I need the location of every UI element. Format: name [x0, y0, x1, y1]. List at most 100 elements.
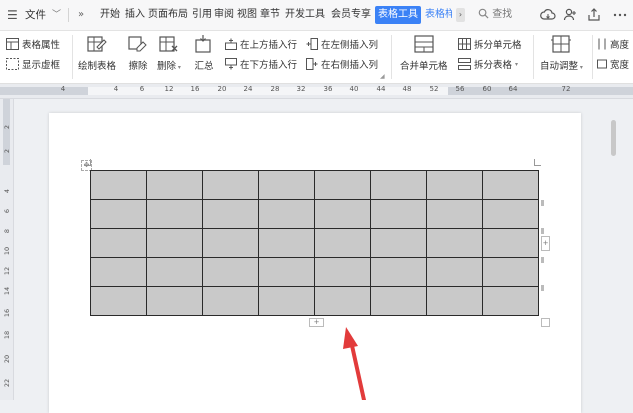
- table-cell[interactable]: [90, 257, 147, 287]
- table-cell[interactable]: [314, 286, 371, 316]
- ribbon-toolbar: 表格属性 显示虚框 绘制表格 擦除 删除 ▾ 汇总 在上方插入行 在下方插入行 …: [0, 31, 633, 84]
- tab-developer[interactable]: 开发工具: [285, 0, 325, 30]
- tab-member[interactable]: 会员专享: [331, 0, 371, 30]
- row-height-control[interactable]: 高度: [597, 36, 629, 52]
- menu-bar: ☰ 文件 ﹀ » 开始 插入 页面布局 引用 审阅 视图 章节 开发工具 会员专…: [0, 0, 633, 31]
- search-button[interactable]: 查找: [478, 0, 512, 30]
- tab-references[interactable]: 引用: [192, 0, 212, 30]
- tab-page-layout[interactable]: 页面布局: [148, 0, 188, 30]
- table-properties-button[interactable]: 表格属性: [6, 36, 60, 52]
- chevron-down-icon[interactable]: ﹀: [52, 0, 61, 30]
- table-cell[interactable]: [314, 199, 371, 229]
- table-cell[interactable]: [482, 286, 539, 316]
- more-options-icon[interactable]: [612, 7, 628, 23]
- document-table[interactable]: [90, 170, 539, 316]
- table-cell[interactable]: [202, 199, 259, 229]
- table-cell[interactable]: [482, 228, 539, 258]
- tab-scroll-right-button[interactable]: ›: [456, 8, 465, 22]
- table-cell[interactable]: [202, 170, 259, 200]
- table-cell[interactable]: [90, 286, 147, 316]
- table-cell[interactable]: [90, 170, 147, 200]
- table-cell[interactable]: [314, 170, 371, 200]
- divider: [592, 35, 593, 79]
- table-cell[interactable]: [146, 257, 203, 287]
- tab-section[interactable]: 章节: [260, 0, 280, 30]
- dialog-launcher-icon[interactable]: ◢: [380, 73, 385, 80]
- table-row[interactable]: [90, 228, 539, 258]
- table-cell[interactable]: [90, 199, 147, 229]
- dropdown-arrow-icon: ▾: [176, 64, 181, 71]
- split-table-button[interactable]: 拆分表格 ▾: [458, 56, 518, 72]
- insert-col-right-button[interactable]: 在右侧插入列: [306, 56, 378, 72]
- tab-view[interactable]: 视图: [237, 0, 257, 30]
- table-cell[interactable]: [258, 170, 315, 200]
- tab-table-style[interactable]: 表格样: [425, 0, 452, 30]
- table-cell[interactable]: [426, 228, 483, 258]
- table-cell[interactable]: [146, 228, 203, 258]
- tab-insert[interactable]: 插入: [125, 0, 145, 30]
- table-cell[interactable]: [202, 257, 259, 287]
- ruler-number: 36: [323, 85, 333, 93]
- table-row[interactable]: [90, 257, 539, 287]
- hamburger-menu-icon[interactable]: ☰: [7, 0, 21, 30]
- add-column-button[interactable]: +: [541, 236, 550, 251]
- table-cell[interactable]: [426, 199, 483, 229]
- collaborate-icon[interactable]: [562, 7, 578, 23]
- search-label: 查找: [492, 9, 513, 20]
- table-cell[interactable]: [258, 286, 315, 316]
- table-cell[interactable]: [314, 257, 371, 287]
- table-cell[interactable]: [370, 286, 427, 316]
- merge-cells-button[interactable]: 合并单元格: [400, 34, 448, 72]
- erase-button[interactable]: 擦除: [128, 34, 148, 72]
- share-icon[interactable]: [586, 7, 602, 23]
- table-cell[interactable]: [370, 257, 427, 287]
- ruler-number: 16: [190, 85, 200, 93]
- more-tabs-button[interactable]: »: [78, 0, 84, 30]
- col-width-control[interactable]: 宽度: [597, 56, 629, 72]
- table-cell[interactable]: [90, 228, 147, 258]
- table-cell[interactable]: [370, 228, 427, 258]
- table-cell[interactable]: [482, 199, 539, 229]
- table-resize-handle[interactable]: [541, 318, 550, 327]
- show-borders-button[interactable]: 显示虚框: [6, 56, 60, 72]
- table-cell[interactable]: [146, 286, 203, 316]
- table-cell[interactable]: [370, 199, 427, 229]
- table-row[interactable]: [90, 199, 539, 229]
- split-cells-button[interactable]: 拆分单元格: [458, 36, 522, 52]
- table-cell[interactable]: [314, 228, 371, 258]
- summary-button[interactable]: 汇总: [194, 34, 214, 72]
- table-cell[interactable]: [146, 170, 203, 200]
- insert-col-left-button[interactable]: 在左侧插入列: [306, 36, 378, 52]
- split-table-icon: [458, 58, 471, 70]
- ruler-number: 8: [3, 228, 11, 234]
- tab-home[interactable]: 开始: [100, 0, 120, 30]
- table-cell[interactable]: [258, 199, 315, 229]
- vertical-ruler[interactable]: 2 2 4 6 8 10 12 14 16 18 20 22: [0, 99, 14, 400]
- vertical-scrollbar[interactable]: [611, 120, 616, 156]
- dropdown-arrow-icon: ▾: [578, 64, 583, 71]
- add-row-button[interactable]: +: [309, 318, 324, 327]
- draw-table-button[interactable]: 绘制表格: [78, 34, 116, 72]
- insert-row-below-button[interactable]: 在下方插入行: [225, 56, 297, 72]
- table-cell[interactable]: [146, 199, 203, 229]
- cloud-sync-icon[interactable]: [540, 7, 556, 23]
- insert-row-above-button[interactable]: 在上方插入行: [225, 36, 297, 52]
- delete-button[interactable]: 删除 ▾: [157, 34, 181, 72]
- tab-review[interactable]: 审阅: [214, 0, 234, 30]
- auto-fit-button[interactable]: 自动调整 ▾: [540, 34, 583, 72]
- table-row[interactable]: [90, 170, 539, 200]
- table-row[interactable]: [90, 286, 539, 316]
- table-cell[interactable]: [202, 228, 259, 258]
- file-menu[interactable]: 文件: [25, 0, 46, 30]
- table-cell[interactable]: [482, 170, 539, 200]
- table-cell[interactable]: [202, 286, 259, 316]
- table-cell[interactable]: [258, 228, 315, 258]
- tab-table-tools[interactable]: 表格工具: [375, 6, 421, 24]
- table-cell[interactable]: [258, 257, 315, 287]
- horizontal-ruler[interactable]: 4 4 6 12 16 20 24 28 32 36 40 44 48 52 5…: [0, 84, 633, 99]
- table-cell[interactable]: [426, 286, 483, 316]
- table-cell[interactable]: [370, 170, 427, 200]
- table-cell[interactable]: [426, 170, 483, 200]
- table-cell[interactable]: [482, 257, 539, 287]
- table-cell[interactable]: [426, 257, 483, 287]
